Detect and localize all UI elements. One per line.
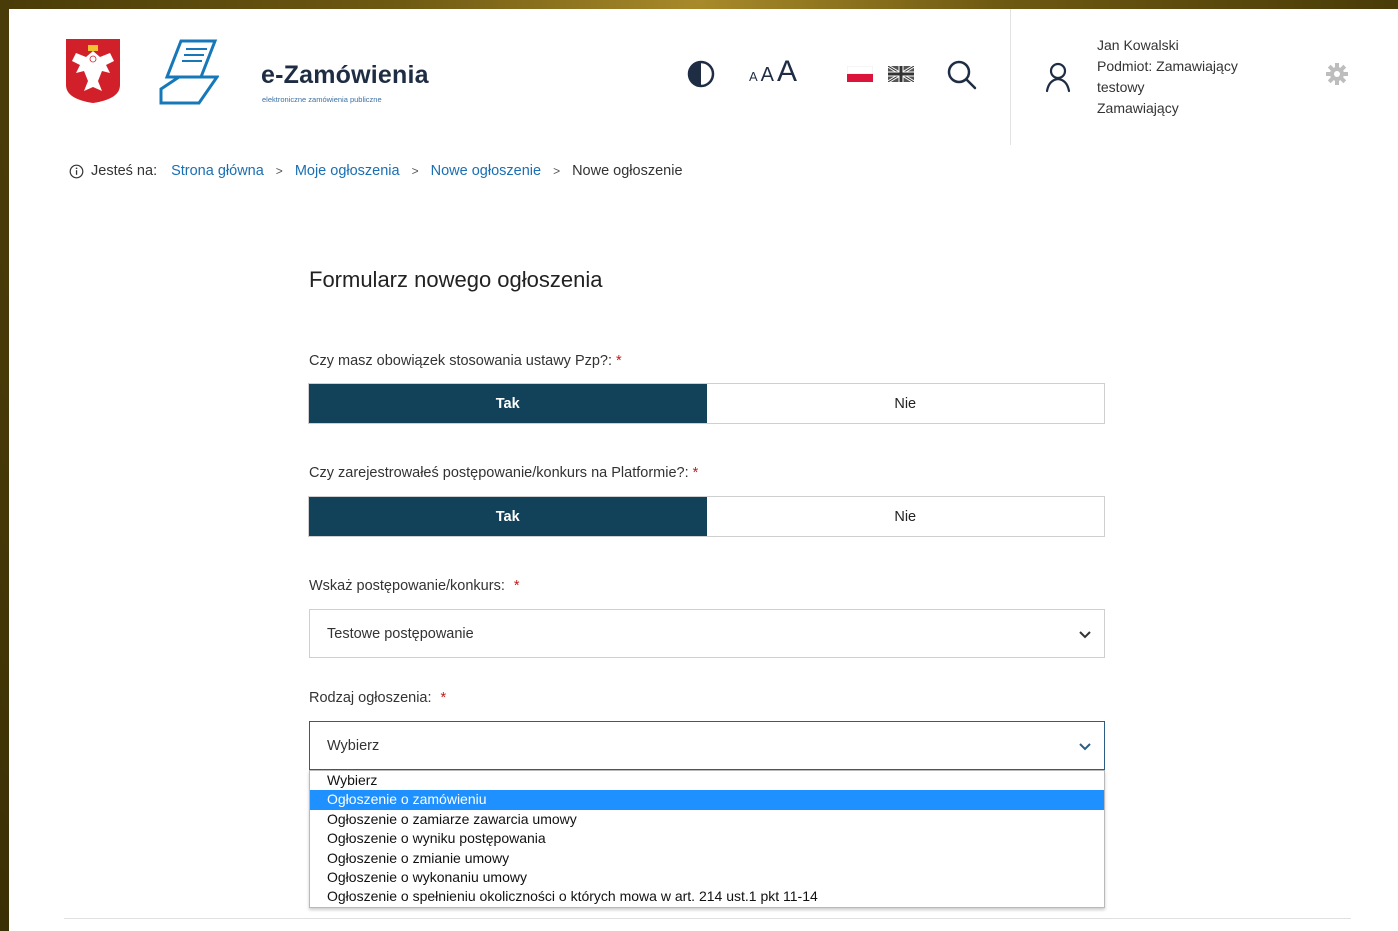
flag-pl-icon[interactable] [847, 66, 873, 82]
breadcrumb-home-link[interactable]: Strona główna [171, 163, 264, 179]
dropdown-option[interactable]: Ogłoszenie o spełnieniu okoliczności o k… [310, 887, 1104, 906]
header: e-Zamówienia elektroniczne zamówienia pu… [9, 9, 1398, 147]
platform-yes-button[interactable]: Tak [309, 497, 707, 536]
dropdown-option[interactable]: Ogłoszenie o wykonaniu umowy [310, 868, 1104, 887]
notice-type-select[interactable]: Wybierz [309, 721, 1105, 770]
header-divider [1010, 9, 1011, 145]
brand-logo-icon[interactable] [159, 37, 219, 107]
dropdown-option[interactable]: Ogłoszenie o wyniku postępowania [310, 829, 1104, 848]
pzp-no-button[interactable]: Nie [706, 384, 1104, 423]
breadcrumb-new-notice-link[interactable]: Nowe ogłoszenie [431, 163, 541, 179]
required-mark: * [440, 690, 447, 706]
user-role: Zamawiający [1097, 100, 1179, 116]
platform-no-button[interactable]: Nie [706, 497, 1104, 536]
info-icon [69, 164, 84, 178]
user-info[interactable]: Jan Kowalski Podmiot: Zamawiający testow… [1097, 35, 1238, 119]
page: e-Zamówienia elektroniczne zamówienia pu… [9, 9, 1398, 931]
pzp-toggle: Tak Nie [308, 383, 1105, 424]
user-icon[interactable] [1044, 61, 1072, 93]
chevron-down-icon [1079, 630, 1091, 638]
breadcrumb: Jesteś na: Strona główna > Moje ogłoszen… [69, 163, 683, 179]
pzp-question-text: Czy masz obowiązek stosowania ustawy Pzp… [309, 353, 613, 369]
gear-icon[interactable] [1326, 63, 1348, 85]
contrast-icon[interactable] [686, 59, 716, 89]
breadcrumb-separator: > [411, 164, 419, 178]
dropdown-option[interactable]: Ogłoszenie o zamiarze zawarcia umowy [310, 810, 1104, 829]
dropdown-option[interactable]: Wybierz [310, 771, 1104, 790]
breadcrumb-current: Nowe ogłoszenie [572, 163, 683, 179]
search-icon[interactable] [946, 59, 978, 91]
user-entity-cont: testowy [1097, 79, 1145, 95]
font-size-switcher[interactable]: A A A [749, 55, 797, 89]
platform-question-label: Czy zarejestrowałeś postępowanie/konkurs… [309, 465, 698, 481]
notice-type-label-text: Rodzaj ogłoszenia: [309, 690, 432, 706]
breadcrumb-prefix: Jesteś na: [91, 163, 158, 179]
procedure-select[interactable]: Testowe postępowanie [309, 609, 1105, 658]
notice-type-select-value: Wybierz [327, 737, 380, 754]
required-mark: * [513, 578, 520, 594]
required-mark: * [616, 353, 622, 369]
notice-type-dropdown: Wybierz Ogłoszenie o zamówieniu Ogłoszen… [309, 770, 1105, 908]
breadcrumb-my-notices-link[interactable]: Moje ogłoszenia [295, 163, 400, 179]
font-size-large-button[interactable]: A [777, 55, 797, 89]
notice-type-label: Rodzaj ogłoszenia: * [309, 690, 446, 706]
dropdown-option-highlighted[interactable]: Ogłoszenie o zamówieniu [310, 790, 1104, 810]
platform-question-text: Czy zarejestrowałeś postępowanie/konkurs… [309, 465, 689, 481]
procedure-label-text: Wskaż postępowanie/konkurs: [309, 578, 505, 594]
page-title: Formularz nowego ogłoszenia [309, 267, 603, 292]
required-mark: * [692, 465, 699, 481]
breadcrumb-separator: > [275, 164, 283, 178]
font-size-small-button[interactable]: A [749, 69, 758, 84]
polish-emblem-icon[interactable] [64, 37, 122, 105]
procedure-select-value: Testowe postępowanie [327, 625, 474, 642]
breadcrumb-separator: > [553, 164, 561, 178]
brand-name[interactable]: e-Zamówienia [261, 61, 429, 90]
brand-tagline: elektroniczne zamówienia publiczne [262, 95, 382, 104]
flag-uk-icon[interactable] [888, 66, 914, 82]
pzp-yes-button[interactable]: Tak [309, 384, 707, 423]
platform-toggle: Tak Nie [308, 496, 1105, 537]
user-name: Jan Kowalski [1097, 37, 1179, 53]
font-size-medium-button[interactable]: A [761, 64, 774, 87]
user-entity: Podmiot: Zamawiający [1097, 58, 1238, 74]
procedure-label: Wskaż postępowanie/konkurs: * [309, 578, 520, 594]
footer-divider [64, 918, 1351, 919]
chevron-down-icon [1079, 742, 1091, 750]
pzp-question-label: Czy masz obowiązek stosowania ustawy Pzp… [309, 353, 622, 369]
dropdown-option[interactable]: Ogłoszenie o zmianie umowy [310, 849, 1104, 868]
